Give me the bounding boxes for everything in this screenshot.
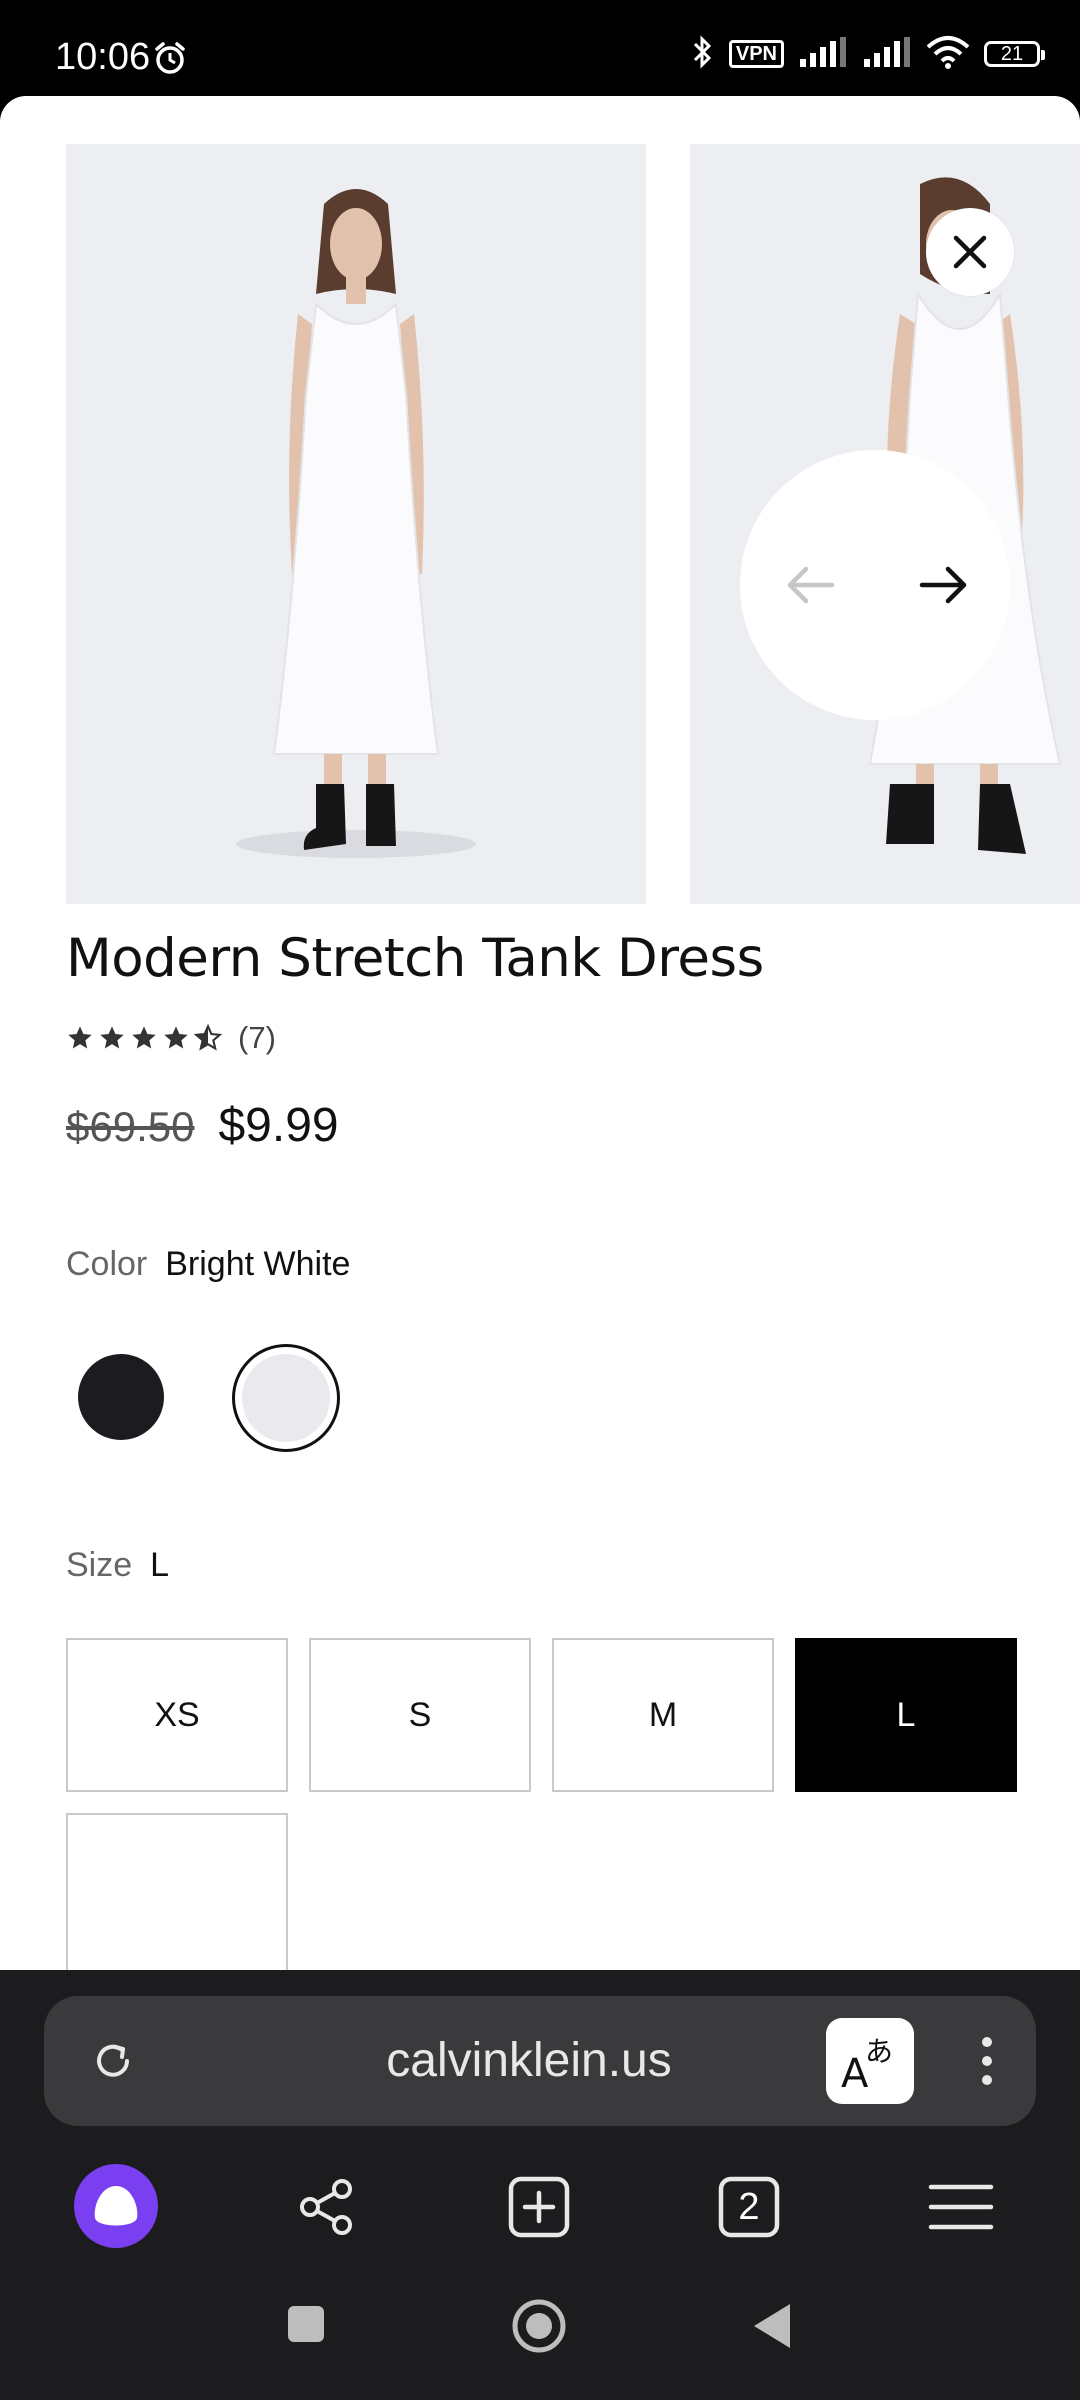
tabs-button[interactable]: 2 bbox=[704, 2162, 794, 2252]
original-price: $69.50 bbox=[66, 1103, 195, 1150]
signal-icon bbox=[798, 36, 848, 72]
previous-image-button[interactable] bbox=[778, 553, 842, 617]
menu-button[interactable] bbox=[916, 2162, 1006, 2252]
color-swatch-white[interactable] bbox=[232, 1344, 340, 1452]
home-icon bbox=[512, 2299, 566, 2353]
reload-icon bbox=[97, 2044, 129, 2077]
address-bar[interactable]: calvinklein.us Aあ bbox=[44, 1996, 1036, 2126]
half-star-icon bbox=[194, 1024, 222, 1051]
back-icon bbox=[754, 2304, 790, 2348]
size-option-more[interactable] bbox=[66, 1813, 288, 1970]
size-option-xs[interactable]: XS bbox=[66, 1638, 288, 1792]
price: $69.50 $9.99 bbox=[66, 1098, 339, 1153]
product-image-front[interactable] bbox=[66, 144, 646, 904]
status-time: 10:06 bbox=[55, 36, 151, 78]
star-icon bbox=[164, 1026, 188, 1049]
new-tab-icon bbox=[508, 2176, 570, 2238]
gallery-nav bbox=[740, 450, 1010, 720]
menu-icon bbox=[928, 2184, 994, 2230]
battery-icon: 21 bbox=[984, 41, 1045, 67]
review-count[interactable]: (7) bbox=[238, 1020, 276, 1056]
sale-price: $9.99 bbox=[218, 1099, 339, 1152]
svg-text:あ: あ bbox=[865, 2035, 893, 2068]
alice-assistant-button[interactable] bbox=[74, 2164, 158, 2248]
rating-stars bbox=[66, 1024, 222, 1052]
share-icon bbox=[300, 2179, 352, 2235]
status-bar: 10:06 VPN 21 bbox=[0, 0, 1080, 96]
color-selection-label: Color Bright White bbox=[66, 1245, 350, 1284]
size-value: L bbox=[150, 1546, 170, 1584]
tab-count: 2 bbox=[738, 2185, 760, 2228]
next-image-button[interactable] bbox=[912, 553, 976, 617]
recent-apps-button[interactable] bbox=[286, 2304, 326, 2349]
reload-button[interactable] bbox=[86, 2034, 140, 2088]
color-label: Color bbox=[66, 1245, 148, 1283]
translate-button[interactable]: Aあ bbox=[826, 2018, 914, 2104]
more-options-button[interactable] bbox=[972, 2034, 1002, 2088]
close-icon bbox=[953, 235, 987, 269]
color-value: Bright White bbox=[165, 1245, 351, 1283]
size-label: Size bbox=[66, 1546, 133, 1584]
url-text[interactable]: calvinklein.us bbox=[184, 2032, 874, 2090]
star-icon bbox=[132, 1026, 156, 1049]
image-gallery[interactable] bbox=[0, 144, 1080, 904]
product-rating[interactable]: (7) bbox=[66, 1020, 276, 1056]
star-icon bbox=[68, 1026, 92, 1049]
size-option-s[interactable]: S bbox=[309, 1638, 531, 1792]
product-title: Modern Stretch Tank Dress bbox=[66, 928, 764, 989]
size-selection-label: Size L bbox=[66, 1546, 169, 1585]
arrow-right-icon bbox=[919, 566, 967, 604]
size-option-l[interactable]: L bbox=[795, 1638, 1017, 1792]
alarm-icon bbox=[152, 40, 188, 81]
new-tab-button[interactable] bbox=[494, 2162, 584, 2252]
home-button[interactable] bbox=[511, 2298, 567, 2359]
size-option-m[interactable]: M bbox=[552, 1638, 774, 1792]
more-vertical-icon bbox=[982, 2037, 992, 2085]
translate-icon: Aあ bbox=[841, 2035, 893, 2091]
vpn-badge: VPN bbox=[728, 40, 784, 68]
back-button[interactable] bbox=[752, 2302, 792, 2355]
browser-bottom-bar: calvinklein.us Aあ 2 bbox=[0, 1970, 1080, 2400]
star-icon bbox=[100, 1026, 124, 1049]
close-button[interactable] bbox=[926, 208, 1014, 296]
share-button[interactable] bbox=[281, 2162, 371, 2252]
status-icons: VPN 21 bbox=[691, 34, 1045, 75]
swatch-fill bbox=[242, 1354, 330, 1442]
bluetooth-icon bbox=[691, 34, 715, 75]
wifi-icon bbox=[926, 35, 970, 74]
color-swatch-black[interactable] bbox=[78, 1354, 164, 1440]
recent-apps-icon bbox=[288, 2306, 324, 2342]
signal-icon bbox=[862, 36, 912, 72]
alice-icon bbox=[94, 2186, 138, 2226]
arrow-left-icon bbox=[787, 566, 835, 604]
system-navigation-bar bbox=[0, 2280, 1080, 2400]
